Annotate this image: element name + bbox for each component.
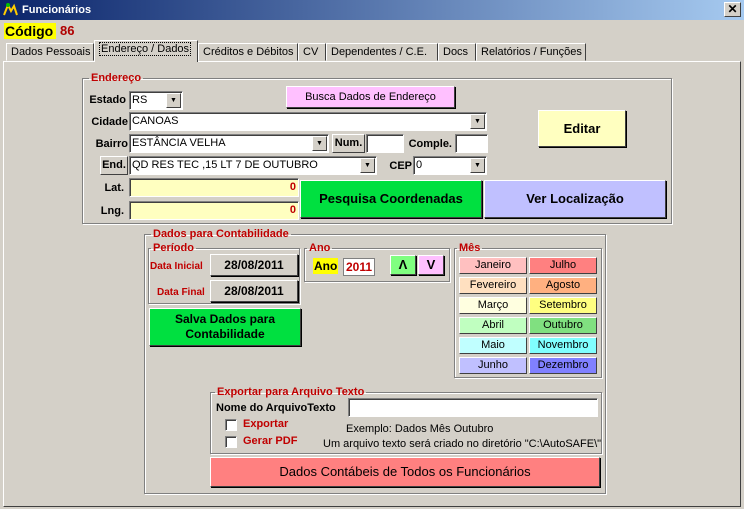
code-value: 86: [60, 23, 75, 38]
chevron-down-icon[interactable]: ▼: [312, 136, 327, 151]
exportar-legend: Exportar para Arquivo Texto: [217, 386, 365, 398]
tab-creditos-debitos[interactable]: Créditos e Débitos: [198, 43, 298, 61]
cidade-select[interactable]: CANOAS ▼: [129, 112, 487, 131]
num-input[interactable]: [366, 134, 404, 153]
ano-label: Ano: [313, 258, 339, 274]
lat-input[interactable]: 0: [129, 178, 299, 197]
chevron-down-icon[interactable]: ▼: [360, 158, 375, 173]
month-julho-button[interactable]: Julho: [529, 257, 597, 274]
comple-input[interactable]: [455, 134, 488, 153]
tab-endereco-dados[interactable]: Endereço / Dados: [94, 40, 198, 62]
month-maio-button[interactable]: Maio: [459, 337, 527, 354]
ver-localizacao-button[interactable]: Ver Localização: [484, 180, 666, 218]
cep-select[interactable]: 0 ▼: [413, 156, 487, 175]
exemplo-text: Exemplo: Dados Mês Outubro: [346, 423, 494, 435]
cidade-label: Cidade: [91, 116, 128, 128]
lng-input[interactable]: 0: [129, 201, 299, 220]
contabilidade-legend: Dados para Contabilidade: [153, 228, 289, 240]
tab-dependentes[interactable]: Dependentes / C.E.: [326, 43, 438, 61]
ano-legend: Ano: [309, 242, 331, 254]
cep-label: CEP: [389, 160, 412, 172]
endereco-legend: Endereço: [91, 72, 142, 84]
app-icon: [3, 3, 18, 16]
code-label: Código: [4, 23, 56, 39]
num-label: Num.: [332, 134, 365, 153]
pesquisa-coordenadas-button[interactable]: Pesquisa Coordenadas: [300, 180, 482, 218]
periodo-legend: Período: [153, 242, 194, 254]
chevron-down-icon[interactable]: ▼: [470, 114, 485, 129]
tab-relatorios[interactable]: Relatórios / Funções: [476, 43, 586, 61]
busca-endereco-button[interactable]: Busca Dados de Endereço: [286, 86, 455, 108]
month-agosto-button[interactable]: Agosto: [529, 277, 597, 294]
ano-down-button[interactable]: V: [418, 255, 444, 275]
comple-label: Comple.: [408, 138, 452, 150]
gerar-pdf-checkbox[interactable]: [225, 436, 237, 448]
data-final-label: Data Final: [157, 287, 205, 298]
info-text: Um arquivo texto será criado no diretóri…: [323, 438, 602, 450]
mes-legend: Mês: [459, 242, 481, 254]
data-inicial-label: Data Inicial: [150, 261, 203, 272]
nome-arquivo-input[interactable]: [348, 398, 598, 417]
end-label: End.: [100, 156, 128, 175]
end-select[interactable]: QD RES TEC ,15 LT 7 DE OUTUBRO ▼: [129, 156, 377, 175]
tab-docs[interactable]: Docs: [438, 43, 476, 61]
month-abril-button[interactable]: Abril: [459, 317, 527, 334]
month-outubro-button[interactable]: Outubro: [529, 317, 597, 334]
tab-cv[interactable]: CV: [298, 43, 326, 61]
data-final-button[interactable]: 28/08/2011: [210, 280, 298, 302]
estado-label: Estado: [89, 94, 126, 106]
ano-value: 2011: [343, 258, 376, 276]
month-fevereiro-button[interactable]: Fevereiro: [459, 277, 527, 294]
window-title: Funcionários: [22, 4, 92, 16]
editar-button[interactable]: Editar: [538, 110, 626, 147]
chevron-down-icon[interactable]: ▼: [166, 93, 181, 108]
bairro-label: Bairro: [95, 138, 128, 150]
exportar-checkbox[interactable]: [225, 419, 237, 431]
month-junho-button[interactable]: Junho: [459, 357, 527, 374]
nome-arquivo-label: Nome do ArquivoTexto: [216, 402, 336, 414]
ano-up-button[interactable]: Λ: [390, 255, 416, 275]
lng-label: Lng.: [100, 205, 124, 217]
dados-todos-funcionarios-button[interactable]: Dados Contábeis de Todos os Funcionários: [210, 457, 600, 487]
month-dezembro-button[interactable]: Dezembro: [529, 357, 597, 374]
month-novembro-button[interactable]: Novembro: [529, 337, 597, 354]
chevron-down-icon[interactable]: ▼: [470, 158, 485, 173]
month-janeiro-button[interactable]: Janeiro: [459, 257, 527, 274]
title-bar: Funcionários: [0, 0, 744, 20]
estado-select[interactable]: RS ▼: [129, 91, 183, 110]
lat-label: Lat.: [104, 182, 124, 194]
bairro-select[interactable]: ESTÂNCIA VELHA ▼: [129, 134, 329, 153]
close-button[interactable]: ✕: [724, 2, 741, 17]
data-inicial-button[interactable]: 28/08/2011: [210, 254, 298, 276]
salva-contabilidade-button[interactable]: Salva Dados para Contabilidade: [149, 308, 301, 346]
gerar-pdf-label: Gerar PDF: [243, 435, 298, 447]
month-setembro-button[interactable]: Setembro: [529, 297, 597, 314]
exportar-label: Exportar: [243, 418, 289, 430]
month-marco-button[interactable]: Março: [459, 297, 527, 314]
tab-dados-pessoais[interactable]: Dados Pessoais: [6, 43, 94, 61]
